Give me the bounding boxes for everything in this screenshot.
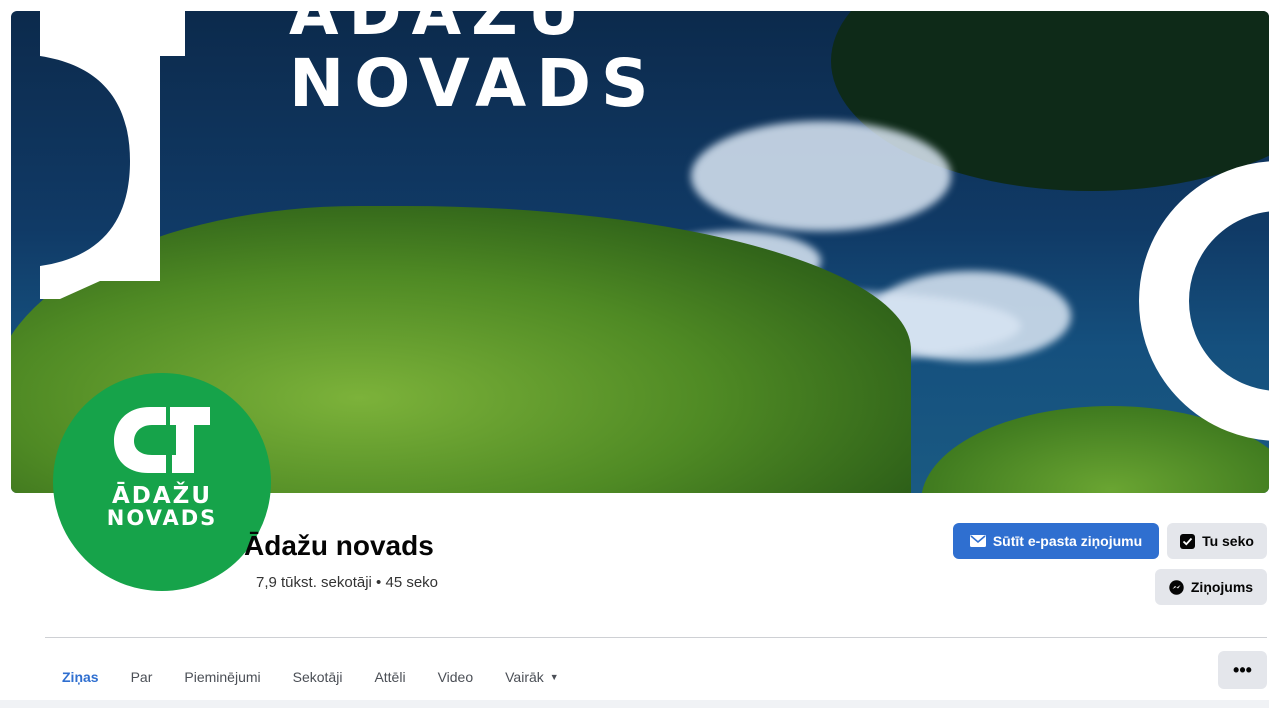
more-options-button[interactable]: ••• [1218, 651, 1267, 689]
cover-logo-shape-left [40, 11, 185, 299]
content-background [0, 700, 1269, 708]
caret-down-icon: ▼ [549, 672, 559, 682]
header-divider [45, 637, 1267, 638]
page-title[interactable]: Ādažu novads [244, 530, 434, 562]
profile-picture[interactable]: ĀDAŽU NOVADS [53, 373, 271, 591]
follow-button[interactable]: Tu seko [1167, 523, 1267, 559]
tab-label: Sekotāji [292, 669, 343, 685]
check-square-icon [1180, 533, 1196, 549]
cover-title-line1: ĀDAŽU [289, 11, 590, 50]
cover-title-line2: NOVADS [289, 45, 659, 122]
tab-label: Ziņas [62, 669, 99, 685]
tab-mentions[interactable]: Pieminējumi [168, 658, 276, 696]
message-button[interactable]: Ziņojums [1155, 569, 1267, 605]
profile-logo-icon [114, 407, 210, 473]
tab-label: Video [437, 669, 474, 685]
page-tabs: Ziņas Par Pieminējumi Sekotāji Attēli Vi… [46, 652, 575, 706]
tab-label: Attēli [374, 669, 406, 685]
profile-logo-line2: NOVADS [106, 506, 218, 531]
cover-cloud [691, 121, 951, 231]
tab-followers[interactable]: Sekotāji [277, 658, 359, 696]
profile-logo-line1: ĀDAŽU [111, 483, 213, 509]
tab-photos[interactable]: Attēli [358, 658, 421, 696]
envelope-icon [969, 535, 986, 547]
page-stats[interactable]: 7,9 tūkst. sekotāji • 45 seko [256, 574, 438, 591]
cover-title: ĀDAŽU NOVADS [289, 11, 659, 117]
message-label: Ziņojums [1190, 579, 1254, 595]
tab-more[interactable]: Vairāk ▼ [489, 658, 575, 696]
tab-posts[interactable]: Ziņas [46, 658, 115, 706]
tab-about[interactable]: Par [115, 658, 169, 696]
follow-label: Tu seko [1202, 533, 1254, 549]
more-options-icon: ••• [1233, 659, 1252, 680]
send-email-label: Sūtīt e-pasta ziņojumu [992, 533, 1143, 549]
tab-label: Vairāk [505, 669, 544, 685]
tab-videos[interactable]: Video [422, 658, 490, 696]
send-email-button[interactable]: Sūtīt e-pasta ziņojumu [953, 523, 1159, 559]
tab-label: Par [130, 669, 153, 685]
messenger-icon [1169, 579, 1184, 595]
profile-logo-text: ĀDAŽU NOVADS [106, 483, 218, 531]
cover-logo-ring-right [1139, 161, 1269, 441]
tab-label: Pieminējumi [184, 669, 261, 685]
